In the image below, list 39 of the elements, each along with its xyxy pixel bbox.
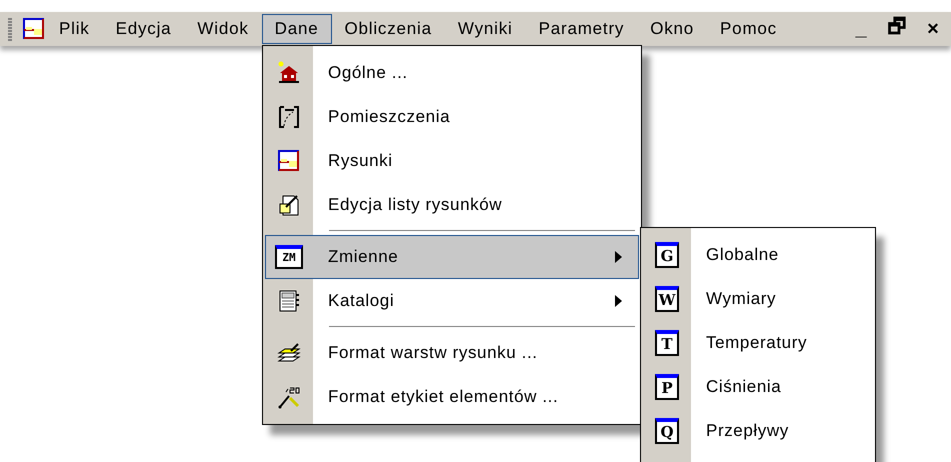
floor-plan-icon	[277, 149, 301, 173]
window-icon: Q	[655, 418, 679, 444]
close-button[interactable]: ×	[915, 18, 951, 40]
menu-item[interactable]: P Ciśnienia	[643, 365, 873, 409]
menu-item[interactable]: Edycja listy rysunków	[265, 183, 639, 227]
menu-item[interactable]: Format warstw rysunku ...	[265, 331, 639, 375]
menu-item[interactable]: Rysunki	[265, 139, 639, 183]
catalog-icon	[277, 289, 301, 313]
menu-item[interactable]: G Globalne	[643, 233, 873, 277]
menu-item[interactable]: Parametry	[526, 14, 638, 44]
menu-item[interactable]: Plik	[46, 14, 103, 44]
menu-item[interactable]: ZM Zmienne	[265, 235, 639, 279]
menu-item[interactable]: Pomieszczenia	[265, 95, 639, 139]
menu-item[interactable]: Q Przepływy	[643, 409, 873, 453]
minimize-button[interactable]: _	[843, 18, 879, 40]
menu-item[interactable]: Obliczenia	[332, 14, 445, 44]
grip-handle[interactable]	[8, 17, 12, 41]
menu-item[interactable]: Katalogi	[265, 279, 639, 323]
window-icon: P	[655, 374, 679, 400]
floor-plan-icon	[277, 105, 301, 129]
menu-item[interactable]: Ogólne ...	[265, 51, 639, 95]
menu-item[interactable]: Widok	[184, 14, 262, 44]
house-icon	[277, 61, 301, 85]
floor-plan-icon	[22, 17, 46, 41]
menu-item[interactable]: Pomoc	[707, 14, 790, 44]
menu-item[interactable]: Format etykiet elementów ...	[265, 375, 639, 419]
menu-item[interactable]: Edycja	[102, 14, 184, 44]
menu-item[interactable]: Okno	[637, 14, 708, 44]
window-icon: W	[655, 286, 679, 312]
restore-button[interactable]: 🗗	[879, 12, 915, 46]
window-icon: T	[655, 330, 679, 356]
window-icon: G	[655, 242, 679, 268]
menu-item[interactable]: Wyniki	[444, 14, 526, 44]
menu-item[interactable]: Dane	[262, 14, 332, 44]
menu-item[interactable]: W Wymiary	[643, 277, 873, 321]
window-icon: ZM	[275, 245, 303, 269]
label-icon	[277, 385, 301, 409]
document-edit-icon	[277, 193, 301, 217]
menu-item[interactable]: T Temperatury	[643, 321, 873, 365]
